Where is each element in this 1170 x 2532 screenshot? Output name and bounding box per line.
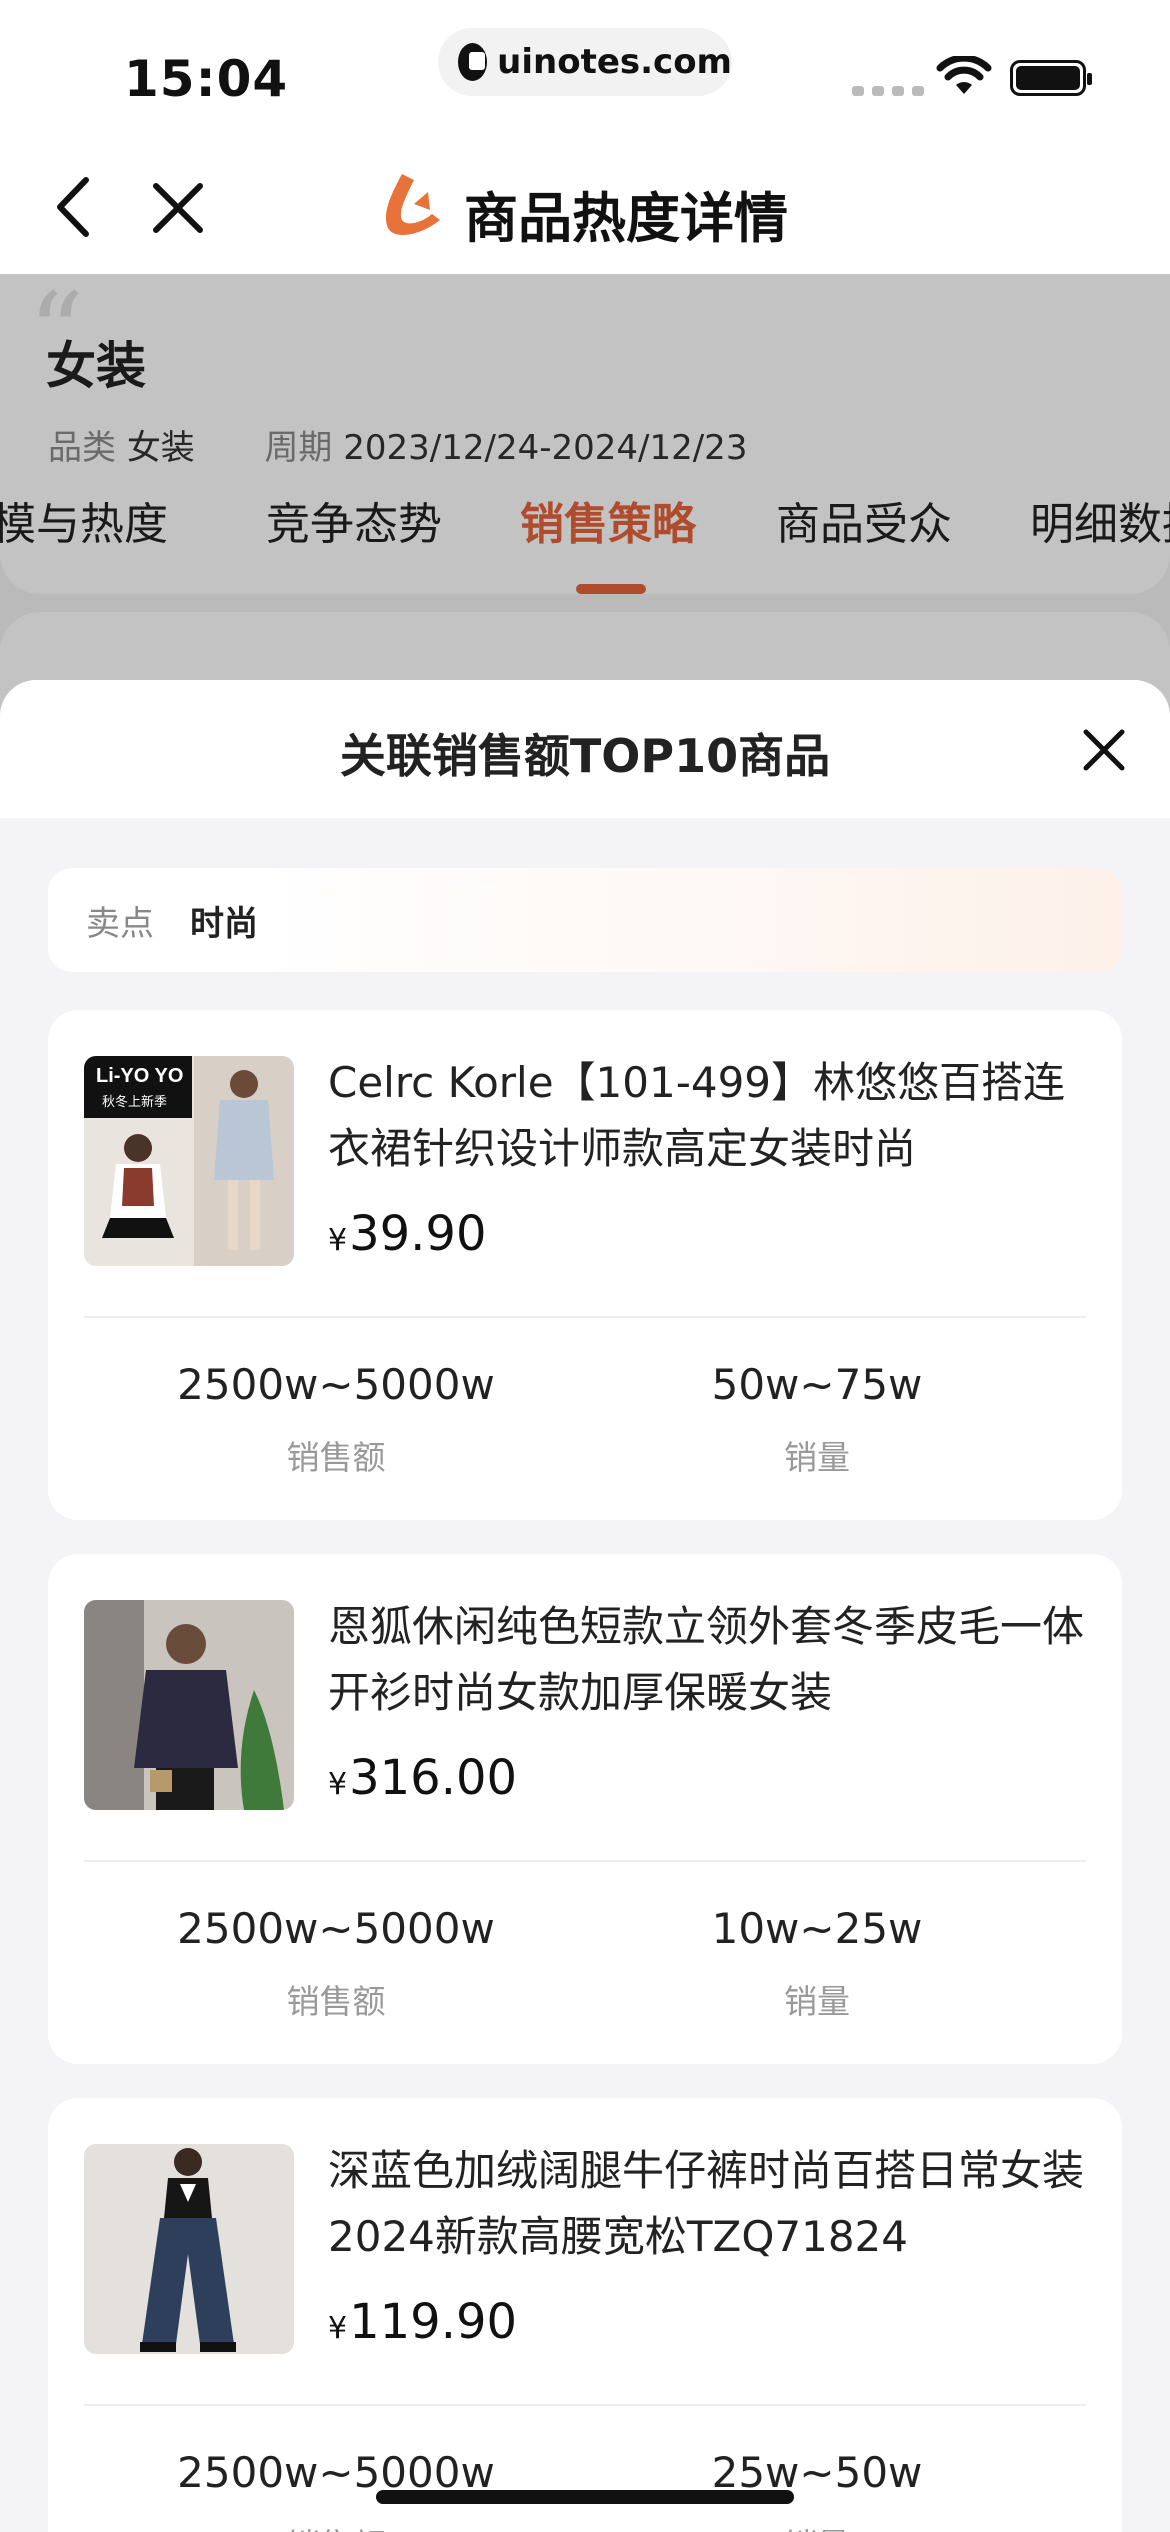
sales-amount-value: 2500w~5000w xyxy=(177,1904,495,1953)
home-indicator[interactable] xyxy=(376,2490,794,2504)
close-icon[interactable] xyxy=(148,178,208,238)
product-title: Celrc Korle【101-499】林悠悠百搭连衣裙针织设计师款高定女装时尚 xyxy=(328,1058,1066,1173)
nav-bar: 商品热度详情 xyxy=(0,140,1170,274)
sales-amount-label: 销售额 xyxy=(286,1438,386,1477)
url-text: uinotes.com xyxy=(497,42,732,82)
status-time: 15:04 xyxy=(124,50,289,108)
sales-volume-stat: 50w~75w 销量 xyxy=(652,1360,982,1479)
top10-products-sheet: 关联销售额TOP10商品 卖点 时尚 Li-YO YO 秋冬上新季 Celrc … xyxy=(0,680,1170,2532)
divider xyxy=(84,1316,1086,1318)
sheet-title: 关联销售额TOP10商品 xyxy=(339,729,831,783)
sales-volume-label: 销量 xyxy=(652,2519,982,2532)
page-title: 商品热度详情 xyxy=(464,187,788,250)
thumb-badge-line1: Li-YO YO xyxy=(96,1065,183,1087)
selling-point-value: 时尚 xyxy=(190,903,258,944)
battery-icon xyxy=(1010,60,1092,96)
product-thumbnail: Li-YO YO 秋冬上新季 xyxy=(84,1056,294,1266)
price-value: 119.90 xyxy=(349,2294,518,2350)
currency-symbol: ¥ xyxy=(328,2311,348,2346)
product-price: ¥39.90 xyxy=(328,1206,487,1262)
product-title: 深蓝色加绒阔腿牛仔裤时尚百搭日常女装2024新款高腰宽松TZQ71824 xyxy=(328,2146,1085,2261)
sales-volume-value: 50w~75w xyxy=(711,1360,923,1409)
close-icon[interactable] xyxy=(1082,728,1126,772)
sales-amount-label: 销售额 xyxy=(286,1982,386,2021)
sales-amount-value: 2500w~5000w xyxy=(177,1360,495,1409)
product-price: ¥119.90 xyxy=(328,2294,517,2350)
divider xyxy=(84,2404,1086,2406)
product-price: ¥316.00 xyxy=(328,1750,517,1806)
selling-point-label: 卖点 xyxy=(86,903,154,944)
sales-volume-label: 销量 xyxy=(784,1438,850,1477)
price-value: 316.00 xyxy=(349,1750,518,1806)
selling-point-bar: 卖点 时尚 xyxy=(48,868,1122,972)
currency-symbol: ¥ xyxy=(328,1223,348,1258)
sales-amount-stat: 2500w~5000w 销售额 xyxy=(136,1904,536,2023)
product-card[interactable]: Li-YO YO 秋冬上新季 Celrc Korle【101-499】林悠悠百搭… xyxy=(48,1010,1122,1520)
thumb-badge-line2: 秋冬上新季 xyxy=(102,1094,167,1110)
sales-volume-label: 销量 xyxy=(784,1982,850,2021)
divider xyxy=(84,1860,1086,1862)
sales-amount-label: 销售额 xyxy=(136,2519,536,2532)
product-thumbnail xyxy=(84,1600,294,1810)
status-bar: 15:04 uinotes.com xyxy=(0,0,1170,140)
product-title: 恩狐休闲纯色短款立领外套冬季皮毛一体开衫时尚女款加厚保暖女装 xyxy=(328,1602,1085,1717)
cellular-signal-icon xyxy=(852,86,924,96)
product-card[interactable]: 深蓝色加绒阔腿牛仔裤时尚百搭日常女装2024新款高腰宽松TZQ71824 ¥11… xyxy=(48,2098,1122,2532)
sheet-header: 关联销售额TOP10商品 xyxy=(0,680,1170,818)
sales-amount-stat: 2500w~5000w 销售额 xyxy=(136,1360,536,1479)
chevron-left-icon[interactable] xyxy=(46,172,102,242)
site-icon xyxy=(458,43,488,81)
price-value: 39.90 xyxy=(349,1206,487,1262)
product-thumbnail xyxy=(84,2144,294,2354)
url-pill[interactable]: uinotes.com xyxy=(438,28,732,96)
product-card[interactable]: 恩狐休闲纯色短款立领外套冬季皮毛一体开衫时尚女款加厚保暖女装 ¥316.00 2… xyxy=(48,1554,1122,2064)
wifi-icon xyxy=(936,56,992,94)
sales-volume-value: 10w~25w xyxy=(711,1904,923,1953)
app-logo-icon xyxy=(385,174,440,235)
currency-symbol: ¥ xyxy=(328,1767,348,1802)
sales-volume-stat: 10w~25w 销量 xyxy=(652,1904,982,2023)
